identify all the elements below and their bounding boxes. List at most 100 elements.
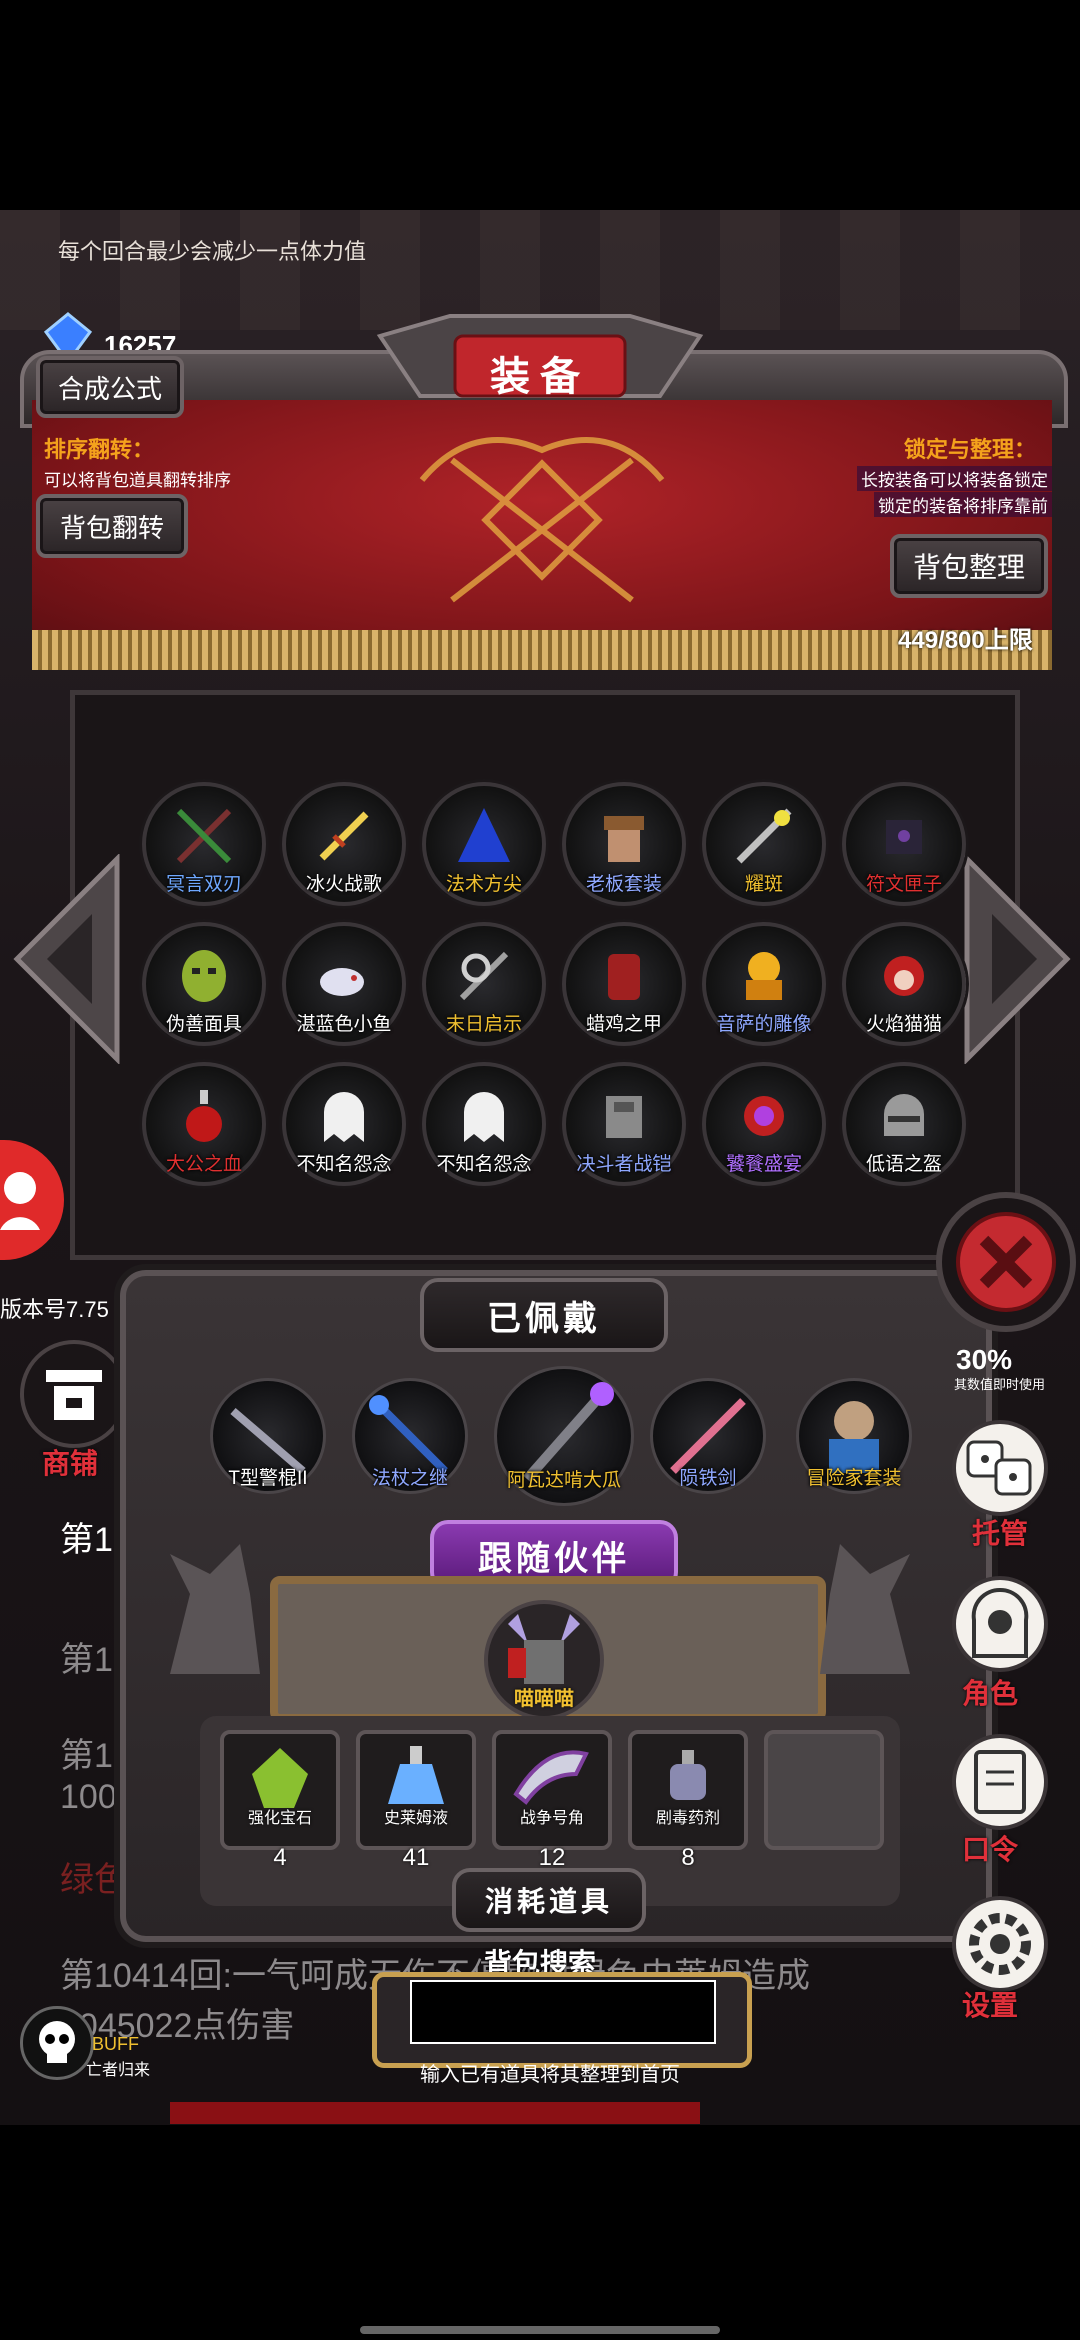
companion-name: 喵喵喵 [514, 1688, 574, 1710]
dragon-statue-left [160, 1534, 270, 1684]
flask-icon [388, 1746, 444, 1804]
prev-page-arrow[interactable] [12, 852, 122, 1066]
inventory-slot[interactable]: 老板套装 [562, 782, 686, 906]
percent-value: 30% [956, 1344, 1013, 1375]
item-label: 饕餮盛宴 [725, 1154, 802, 1175]
item-label: 决斗者战铠 [576, 1154, 672, 1175]
consumable-slot[interactable]: 剧毒药剂 8 [628, 1730, 748, 1871]
auto-manage-label: 托管 [972, 1518, 1029, 1549]
potion-icon [186, 1090, 222, 1142]
equipped-slot[interactable]: 冒险家套装 [796, 1378, 912, 1494]
cat-icon [884, 956, 924, 996]
inventory-slot[interactable]: 冰火战歌 [282, 782, 406, 906]
item-label: 耀斑 [744, 874, 783, 895]
sword-icon [319, 811, 369, 861]
settings-button[interactable] [952, 1896, 1048, 1992]
log-line: 第1 [60, 1521, 113, 1559]
hooded-figure-icon [971, 1587, 1029, 1658]
fish-icon [320, 968, 364, 996]
settings-label: 设置 [962, 1990, 1019, 2021]
armor-icon [608, 954, 640, 1000]
flare-weapon-icon [736, 808, 792, 864]
wizard-hat-icon [458, 808, 510, 862]
close-icon [956, 1212, 1056, 1312]
inventory-slot[interactable]: 大公之血 [142, 1062, 266, 1186]
gear-icon [969, 1913, 1031, 1975]
inventory-slot[interactable]: 火焰猫猫 [842, 922, 966, 1046]
sort-button[interactable]: 背包整理 [890, 534, 1048, 598]
percent-note: 其数值即时使用 [954, 1377, 1046, 1392]
shop-button[interactable] [20, 1340, 128, 1448]
equipped-label: 冒险家套装 [806, 1468, 902, 1489]
inventory-slot[interactable]: 低语之盔 [842, 1062, 966, 1186]
code-label: 口令 [962, 1834, 1019, 1865]
item-label: 音萨的雕像 [716, 1014, 812, 1035]
inventory-slot[interactable]: 湛蓝色小鱼 [282, 922, 406, 1046]
item-label: 不知名怨念 [296, 1154, 392, 1175]
shop-icon [46, 1370, 102, 1420]
inventory-slot[interactable]: 不知名怨念 [282, 1062, 406, 1186]
statue-icon [746, 952, 782, 1000]
consumable-label: 战争号角 [519, 1810, 584, 1827]
equipped-slot[interactable]: 陨铁剑 [650, 1378, 766, 1494]
auto-manage-button[interactable] [952, 1420, 1048, 1516]
formula-button[interactable]: 合成公式 [36, 356, 184, 418]
consumable-slot[interactable]: 史莱姆液 41 [356, 1730, 476, 1871]
dragon-statue-right [810, 1534, 920, 1684]
item-label: 蜡鸡之甲 [585, 1014, 662, 1035]
ghost-icon [324, 1092, 364, 1142]
duelist-armor-icon [606, 1096, 642, 1138]
consumable-slot-empty[interactable] [764, 1730, 884, 1850]
consumable-label: 强化宝石 [247, 1810, 312, 1827]
reverse-button[interactable]: 背包翻转 [36, 494, 188, 558]
lock-desc-1: 长按装备可以将装备锁定 [857, 466, 1052, 491]
code-button[interactable] [952, 1734, 1048, 1830]
profile-button[interactable] [0, 1140, 64, 1260]
reverse-heading: 排序翻转： [44, 437, 155, 462]
item-label: 湛蓝色小鱼 [296, 1014, 392, 1035]
dual-blade-icon [176, 808, 232, 864]
capacity-text: 449/800上限 [898, 627, 1033, 654]
close-button[interactable] [936, 1192, 1076, 1332]
item-label: 大公之血 [165, 1154, 242, 1175]
buff-sub-label: 亡者归来 [86, 2062, 151, 2079]
log-line: 绿色 [60, 1861, 128, 1899]
equipped-label: 法杖之继 [371, 1468, 448, 1489]
consumables-title: 消耗道具 [452, 1868, 646, 1932]
dice-icon [966, 1440, 1032, 1496]
log-line: 100 [60, 1778, 117, 1816]
rune-box-icon [886, 820, 922, 854]
inventory-slot[interactable]: 饕餮盛宴 [702, 1062, 826, 1186]
item-label: 低语之盔 [865, 1154, 942, 1175]
search-input[interactable] [410, 1980, 716, 2044]
inventory-slot[interactable]: 决斗者战铠 [562, 1062, 686, 1186]
inventory-slot[interactable]: 冥言双刃 [142, 782, 266, 906]
consumable-label: 剧毒药剂 [655, 1810, 720, 1827]
inventory-slot[interactable]: 音萨的雕像 [702, 922, 826, 1046]
title-plate: 装备 [360, 306, 720, 416]
version-text: 版本号7.75 [0, 1297, 109, 1322]
book-icon [974, 1750, 1026, 1814]
inventory-slot[interactable]: 蜡鸡之甲 [562, 922, 686, 1046]
consumable-slot[interactable]: 强化宝石 4 [220, 1730, 340, 1871]
gem-icon [252, 1748, 308, 1808]
boss-outfit-icon [604, 816, 644, 862]
role-button[interactable] [952, 1576, 1048, 1672]
equipped-slot[interactable]: 法杖之继 [352, 1378, 468, 1494]
inventory-slot[interactable]: 耀斑 [702, 782, 826, 906]
inventory-slot[interactable]: 伪善面具 [142, 922, 266, 1046]
companion-slot[interactable]: 喵喵喵 [484, 1600, 604, 1720]
item-label: 老板套装 [585, 874, 662, 895]
buff-skull-icon[interactable] [20, 2006, 94, 2080]
equipped-slot[interactable]: T型警棍II [210, 1378, 326, 1494]
home-indicator[interactable] [360, 2326, 720, 2334]
inventory-slot[interactable]: 法术方尖 [422, 782, 546, 906]
axe-icon [459, 951, 509, 1001]
consumable-count: 4 [273, 1844, 287, 1871]
inventory-slot[interactable]: 不知名怨念 [422, 1062, 546, 1186]
consumable-slot[interactable]: 战争号角 12 [492, 1730, 612, 1871]
top-hint: 每个回合最少会减少一点体力值 [58, 239, 367, 264]
inventory-slot[interactable]: 符文匣子 [842, 782, 966, 906]
equipped-slot[interactable]: 阿瓦达啃大瓜 [494, 1366, 634, 1506]
inventory-slot[interactable]: 末日启示 [422, 922, 546, 1046]
